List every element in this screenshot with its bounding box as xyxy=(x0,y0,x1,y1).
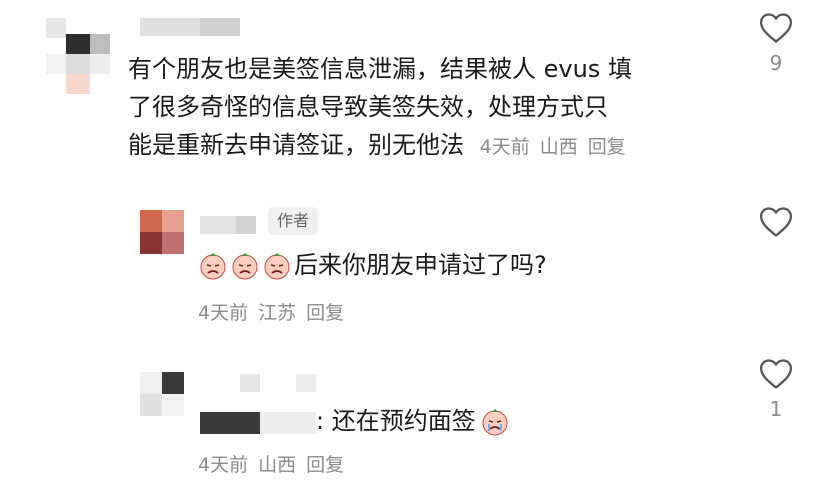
avatar[interactable] xyxy=(140,210,184,254)
heart-outline-icon xyxy=(759,13,793,43)
username[interactable] xyxy=(140,14,250,38)
comment-text: 后来你朋友申请过了吗? xyxy=(198,246,547,284)
crying-face-emoji xyxy=(480,407,510,437)
username[interactable] xyxy=(200,214,260,236)
location: 山西 xyxy=(539,136,578,158)
comment-meta: 4天前 山西 回复 xyxy=(480,136,636,158)
reply-button[interactable]: 回复 xyxy=(588,136,626,158)
avatar[interactable] xyxy=(140,372,184,416)
comment-line: 了很多奇怪的信息导致美签失效，处理方式只 xyxy=(128,93,608,121)
location: 江苏 xyxy=(258,302,297,324)
comment-meta: 4天前 江苏 回复 xyxy=(198,298,354,325)
heart-outline-icon xyxy=(759,207,793,237)
crying-face-emoji xyxy=(198,251,228,281)
timestamp: 4天前 xyxy=(198,302,249,324)
comment-text: 有个朋友也是美签信息泄漏，结果被人 evus 填 了很多奇怪的信息导致美签失效，… xyxy=(128,50,728,166)
crying-face-emoji xyxy=(230,251,260,281)
comment-text: : 还在预约面签 xyxy=(316,402,512,440)
timestamp: 4天前 xyxy=(198,454,249,476)
like-button[interactable]: 1 xyxy=(756,358,796,420)
like-button[interactable] xyxy=(756,206,796,238)
like-button[interactable]: 9 xyxy=(756,12,796,74)
reply-button[interactable]: 回复 xyxy=(306,302,344,324)
reply-text: 后来你朋友申请过了吗? xyxy=(294,251,547,279)
comment-line-text: 能是重新去申请签证，别无他法 xyxy=(128,131,464,159)
avatar[interactable] xyxy=(40,14,110,94)
username[interactable] xyxy=(200,372,320,436)
heart-outline-icon xyxy=(759,359,793,389)
location: 山西 xyxy=(258,454,297,476)
like-count: 1 xyxy=(769,397,783,421)
author-badge: 作者 xyxy=(268,207,319,235)
reply-button[interactable]: 回复 xyxy=(306,454,344,476)
timestamp: 4天前 xyxy=(479,136,530,158)
comment-line: 有个朋友也是美签信息泄漏，结果被人 evus 填 xyxy=(128,55,632,83)
reply-text: : 还在预约面签 xyxy=(316,407,476,435)
comment-line: 能是重新去申请签证，别无他法 4天前 山西 回复 xyxy=(128,126,728,166)
comment-meta: 4天前 山西 回复 xyxy=(198,450,354,477)
like-count: 9 xyxy=(769,51,783,75)
crying-face-emoji xyxy=(262,251,292,281)
